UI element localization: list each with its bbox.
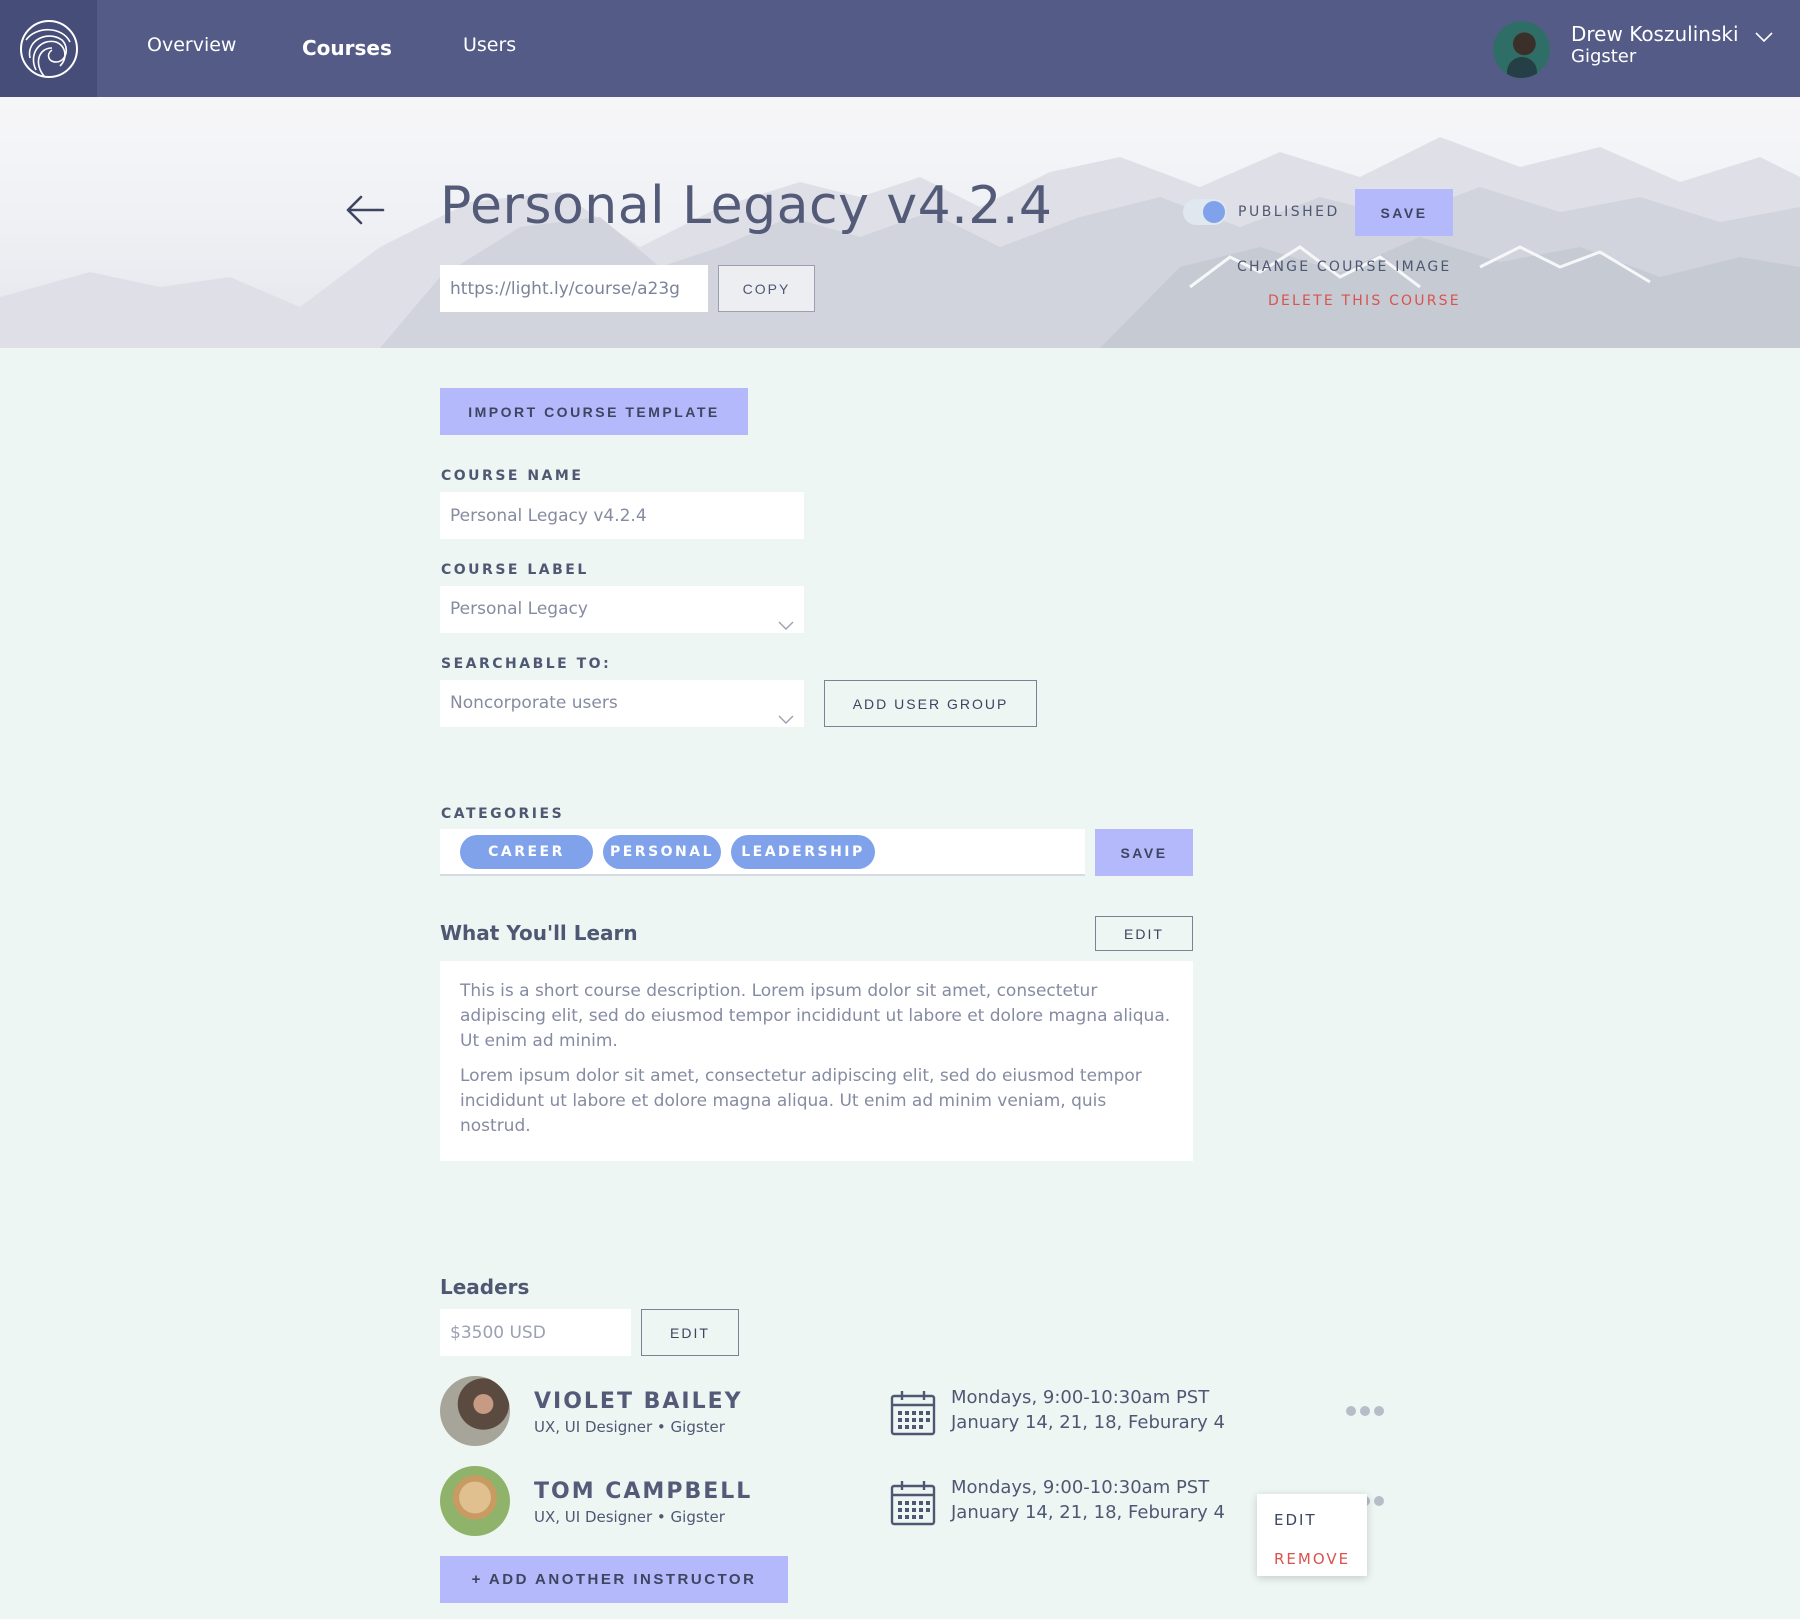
schedule-days: Mondays, 9:00-10:30am PST [951,1387,1210,1408]
menu-remove[interactable]: REMOVE [1274,1550,1350,1568]
page-title: Personal Legacy v4.2.4 [440,176,1053,236]
course-url-field[interactable] [440,265,708,312]
schedule-days: Mondays, 9:00-10:30am PST [951,1477,1210,1498]
published-label: PUBLISHED [1238,204,1340,220]
chevron-down-icon [778,697,794,744]
categories-field[interactable]: CAREER PERSONAL LEADERSHIP [440,829,1085,876]
category-chip[interactable]: PERSONAL [603,835,721,869]
leader-name: TOM CAMPBELL [534,1479,753,1504]
back-arrow-icon[interactable] [345,195,385,229]
calendar-icon [890,1390,936,1440]
delete-course-link[interactable]: DELETE THIS COURSE [1268,293,1461,309]
chevron-down-icon [778,603,794,650]
add-user-group-button[interactable]: ADD USER GROUP [824,680,1037,727]
user-name: Drew Koszulinski [1571,22,1739,46]
copy-url-button[interactable]: COPY [718,265,815,312]
logo[interactable] [0,0,97,97]
description-paragraph: Lorem ipsum dolor sit amet, consectetur … [460,1066,1142,1136]
category-chip[interactable]: CAREER [460,835,593,869]
course-label-value: Personal Legacy [450,599,588,619]
nav-courses[interactable]: Courses [302,36,392,60]
avatar [440,1376,510,1446]
avatar [440,1466,510,1536]
nav-users[interactable]: Users [463,34,516,56]
course-label-label: COURSE LABEL [441,562,589,578]
leader-name: VIOLET BAILEY [534,1389,743,1414]
course-label-select[interactable]: Personal Legacy [440,586,804,633]
published-toggle[interactable] [1183,199,1227,225]
course-name-input[interactable] [440,492,804,539]
more-options-icon[interactable] [1346,1406,1384,1416]
leaders-title: Leaders [440,1275,530,1299]
menu-edit[interactable]: EDIT [1274,1511,1317,1529]
description-paragraph: This is a short course description. Lore… [460,981,1171,1051]
leader-role: UX, UI Designer • Gigster [534,1508,725,1526]
category-chip[interactable]: LEADERSHIP [731,835,875,869]
save-categories-button[interactable]: SAVE [1095,829,1193,876]
edit-description-button[interactable]: EDIT [1095,916,1193,951]
chevron-down-icon[interactable] [1755,28,1773,47]
what-youll-learn-title: What You'll Learn [440,921,638,945]
change-course-image-link[interactable]: CHANGE COURSE IMAGE [1237,259,1451,275]
leader-role: UX, UI Designer • Gigster [534,1418,725,1436]
searchable-to-value: Noncorporate users [450,693,618,713]
schedule-dates: January 14, 21, 18, Feburary 4 [951,1502,1225,1523]
user-org: Gigster [1571,46,1637,67]
edit-price-button[interactable]: EDIT [641,1309,739,1356]
save-course-button[interactable]: SAVE [1355,189,1453,236]
wave-logo-icon [19,19,78,78]
nav-overview[interactable]: Overview [147,34,236,56]
add-instructor-button[interactable]: + ADD ANOTHER INSTRUCTOR [440,1556,788,1603]
course-name-label: COURSE NAME [441,468,584,484]
searchable-to-select[interactable]: Noncorporate users [440,680,804,727]
avatar[interactable] [1493,21,1550,78]
searchable-to-label: SEARCHABLE TO: [441,656,612,672]
price-input[interactable] [440,1309,631,1356]
import-course-template-button[interactable]: IMPORT COURSE TEMPLATE [440,388,748,435]
top-nav: Overview Courses Users Drew Koszulinski … [0,0,1800,97]
calendar-icon [890,1480,936,1530]
leader-context-menu: EDIT REMOVE [1257,1494,1367,1576]
categories-label: CATEGORIES [441,806,565,822]
schedule-dates: January 14, 21, 18, Feburary 4 [951,1412,1225,1433]
course-description: This is a short course description. Lore… [440,961,1193,1161]
